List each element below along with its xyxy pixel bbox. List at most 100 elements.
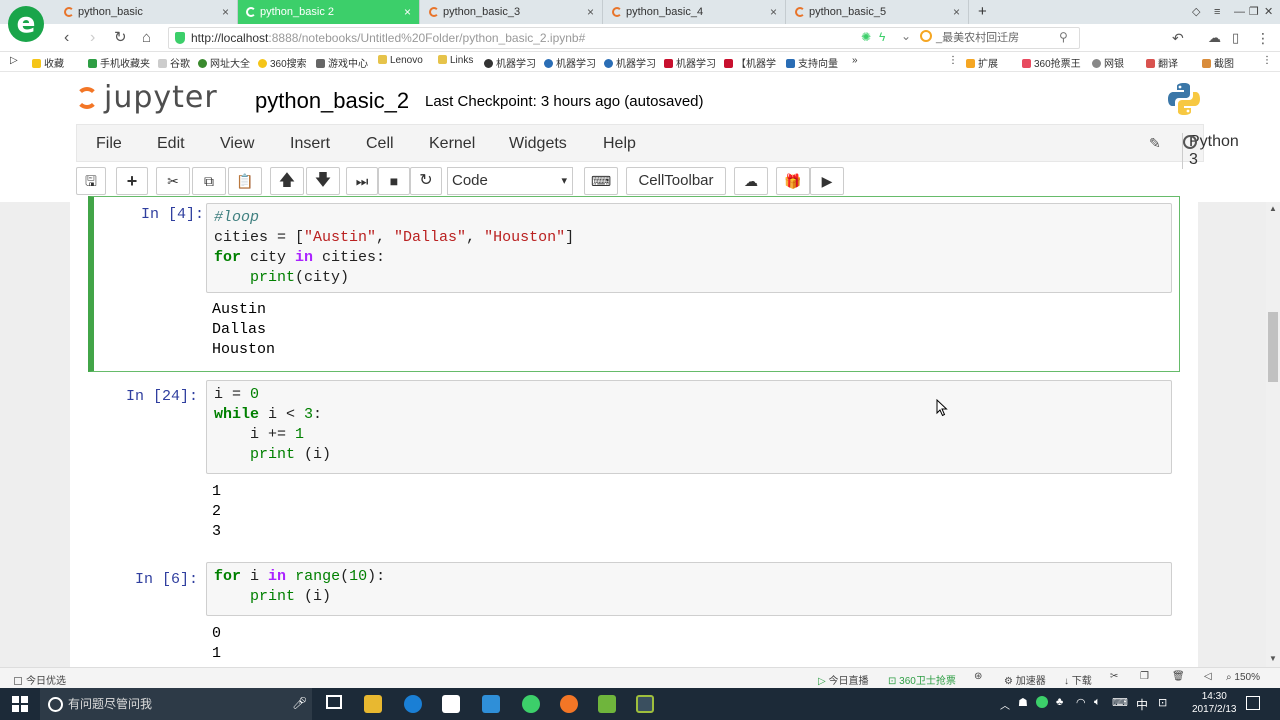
bookmark-item[interactable]: 机器学习 bbox=[664, 55, 716, 70]
volume-icon[interactable]: 🔈︎ bbox=[1094, 696, 1101, 709]
task-view-icon[interactable] bbox=[326, 695, 342, 709]
wifi-icon[interactable]: ◠ bbox=[1076, 696, 1086, 709]
more-icon[interactable]: ⋮ bbox=[948, 55, 958, 66]
search-icon[interactable]: ⚲ bbox=[1059, 30, 1068, 44]
restart-button[interactable]: ↻ bbox=[410, 167, 442, 195]
status-item[interactable]: ▷ 今日直播 bbox=[818, 672, 868, 687]
code-editor[interactable]: for i in range(10): print (i) bbox=[206, 562, 1172, 616]
tab-python-basic[interactable]: python_basic × bbox=[56, 0, 238, 24]
chevron-up-icon[interactable]: ︿ bbox=[1000, 697, 1010, 712]
close-icon[interactable]: × bbox=[770, 0, 777, 24]
bookmarks-more[interactable]: » bbox=[852, 55, 858, 66]
bookmark-item[interactable]: 机器学习 bbox=[484, 55, 536, 70]
menu-kernel[interactable]: Kernel bbox=[429, 135, 475, 153]
jupyter-logo[interactable]: jupyter bbox=[76, 80, 218, 115]
bookmark-item[interactable]: 支持向量 bbox=[786, 55, 838, 70]
lightning-icon[interactable]: ϟ bbox=[879, 30, 885, 44]
sound-icon[interactable]: ◁ bbox=[1204, 671, 1212, 682]
settings-icon[interactable]: ⊛ bbox=[974, 671, 982, 682]
close-icon[interactable]: × bbox=[587, 0, 594, 24]
save-button[interactable]: 🖫 bbox=[76, 167, 106, 195]
app-icon[interactable] bbox=[482, 695, 500, 713]
bookmark-item[interactable]: 翻译 bbox=[1146, 55, 1178, 70]
menu-file[interactable]: File bbox=[96, 135, 122, 153]
scroll-down-icon[interactable]: ▼ bbox=[1269, 654, 1277, 663]
move-up-button[interactable]: 🡅 bbox=[270, 167, 304, 195]
tab-python-basic-2[interactable]: python_basic 2 × bbox=[238, 0, 420, 24]
store-icon[interactable] bbox=[442, 695, 460, 713]
bookmark-item[interactable]: 机器学习 bbox=[604, 55, 656, 70]
tray-icon[interactable]: ♣ bbox=[1056, 696, 1063, 708]
bookmark-item[interactable]: Links bbox=[438, 55, 473, 66]
code-editor[interactable]: i = 0 while i < 3: i += 1 print (i) bbox=[206, 380, 1172, 474]
recorder-icon[interactable] bbox=[636, 695, 654, 713]
code-cell[interactable]: In [6]: for i in range(10): print (i) 0 … bbox=[88, 562, 1180, 667]
system-clock[interactable]: 14:30 2017/2/13 bbox=[1192, 690, 1237, 716]
bookmark-item[interactable]: 网址大全 bbox=[198, 55, 250, 70]
sidebar-toggle-icon[interactable]: ▷ bbox=[10, 55, 18, 66]
speed-icon[interactable]: ✺ bbox=[861, 30, 871, 44]
interrupt-button[interactable]: ■ bbox=[378, 167, 410, 195]
search-suggestion[interactable]: _最美农村回迁房 bbox=[920, 29, 1019, 45]
cut-icon[interactable]: ✂ bbox=[1110, 671, 1118, 682]
menu-cell[interactable]: Cell bbox=[366, 135, 394, 153]
back-icon[interactable]: ‹ bbox=[64, 28, 69, 48]
status-left[interactable]: 今日优选 bbox=[14, 672, 66, 687]
new-tab-button[interactable]: + bbox=[978, 0, 987, 24]
close-icon[interactable]: × bbox=[222, 0, 229, 24]
chevron-down-icon[interactable]: ⌄ bbox=[901, 29, 911, 43]
close-window-icon[interactable]: ✕ bbox=[1264, 0, 1273, 24]
bookmark-item[interactable]: 收藏 bbox=[32, 55, 64, 70]
maximize-icon[interactable]: ❐ bbox=[1249, 0, 1259, 24]
code-cell-selected[interactable]: In [4]: #loop cities = ["Austin", "Dalla… bbox=[88, 196, 1180, 372]
skin-icon[interactable]: ◇ bbox=[1192, 0, 1200, 24]
jupyter-app-icon[interactable] bbox=[560, 695, 578, 713]
bookmark-item[interactable]: Lenovo bbox=[378, 55, 423, 66]
more-icon[interactable]: ⋮ bbox=[1256, 28, 1270, 48]
move-down-button[interactable]: 🡇 bbox=[306, 167, 340, 195]
menu-icon[interactable]: ≡ bbox=[1214, 0, 1220, 24]
minimize-icon[interactable]: — bbox=[1234, 0, 1245, 24]
insert-cell-button[interactable]: + bbox=[116, 167, 148, 195]
bookmark-item[interactable]: 网银 bbox=[1092, 55, 1124, 70]
microphone-icon[interactable]: 🎤︎ bbox=[292, 696, 307, 710]
cloud-upload-button[interactable]: ☁ bbox=[734, 167, 768, 195]
youtube-button[interactable]: ▶ bbox=[810, 167, 844, 195]
bookmark-item[interactable]: 手机收藏夹 bbox=[88, 55, 150, 70]
keyboard-button[interactable]: ⌨ bbox=[584, 167, 618, 195]
bookmark-item[interactable]: 截图 bbox=[1202, 55, 1234, 70]
menu-edit[interactable]: Edit bbox=[157, 135, 185, 153]
status-item[interactable]: ⊡ 360卫士抢票 bbox=[888, 672, 956, 687]
tab-python-basic-3[interactable]: python_basic_3 × bbox=[421, 0, 603, 24]
menu-widgets[interactable]: Widgets bbox=[509, 135, 567, 153]
cloud-icon[interactable]: ☁ bbox=[1208, 28, 1221, 48]
bookmark-item[interactable]: 游戏中心 bbox=[316, 55, 368, 70]
celltoolbar-button[interactable]: CellToolbar bbox=[626, 167, 726, 195]
zoom-level[interactable]: ⌕ 150% bbox=[1226, 672, 1260, 683]
status-item[interactable]: ↓ 下载 bbox=[1064, 672, 1092, 687]
tab-python-basic-5[interactable]: python_basic_5 × bbox=[787, 0, 969, 24]
undo-icon[interactable]: ↶ bbox=[1172, 28, 1184, 48]
page-scrollbar[interactable]: ▲ ▼ bbox=[1266, 202, 1280, 667]
paste-button[interactable]: 📋 bbox=[228, 167, 262, 195]
cut-button[interactable]: ✂ bbox=[156, 167, 190, 195]
input-method-icon[interactable]: ⊡ bbox=[1158, 696, 1167, 709]
phone-icon[interactable]: ▯ bbox=[1232, 28, 1239, 48]
scroll-up-icon[interactable]: ▲ bbox=[1269, 204, 1277, 213]
forward-icon[interactable]: › bbox=[90, 28, 95, 48]
notebook-name[interactable]: python_basic_2 bbox=[255, 88, 409, 114]
close-icon[interactable]: × bbox=[404, 0, 411, 24]
gift-button[interactable]: 🎁 bbox=[776, 167, 810, 195]
file-explorer-icon[interactable] bbox=[364, 695, 382, 713]
keyboard-icon[interactable]: ⌨ bbox=[1112, 696, 1128, 709]
menu-view[interactable]: View bbox=[220, 135, 254, 153]
bookmark-item[interactable]: 谷歌 bbox=[158, 55, 190, 70]
close-icon[interactable]: × bbox=[953, 0, 960, 24]
window-icon[interactable]: ❐ bbox=[1140, 671, 1149, 682]
bookmark-item[interactable]: 扩展 bbox=[966, 55, 998, 70]
360-tray-icon[interactable] bbox=[1036, 696, 1048, 708]
code-editor[interactable]: #loop cities = ["Austin", "Dallas", "Hou… bbox=[206, 203, 1172, 293]
menu-insert[interactable]: Insert bbox=[290, 135, 330, 153]
bookmark-item[interactable]: 【机器学 bbox=[724, 55, 776, 70]
bookmark-item[interactable]: 机器学习 bbox=[544, 55, 596, 70]
